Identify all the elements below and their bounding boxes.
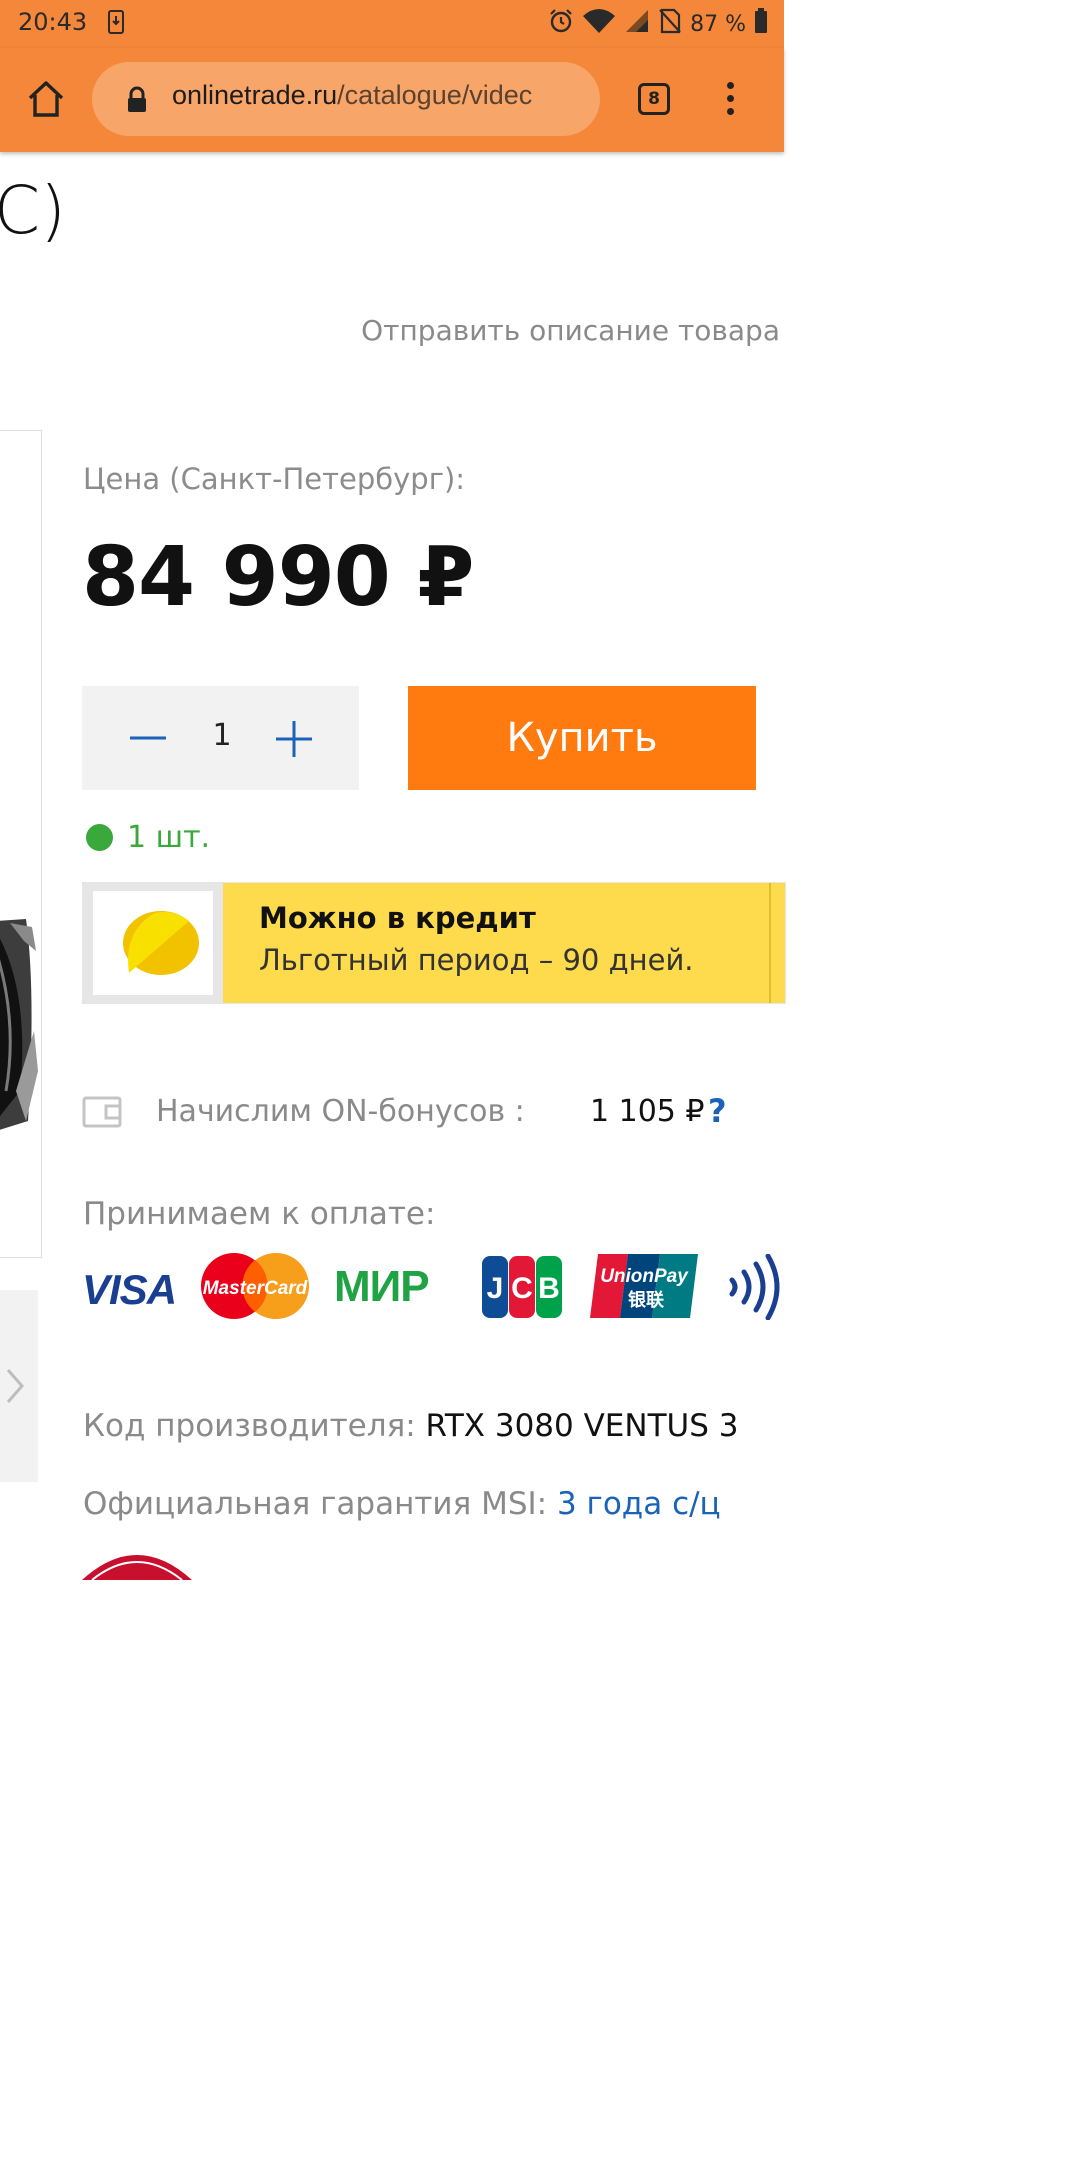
svg-text:C: C [511, 1272, 533, 1305]
product-image[interactable] [0, 430, 42, 1258]
bonus-row: Начислим ON-бонусов : 1 105 ₽ ? [82, 1090, 782, 1134]
unionpay-cn-text: 银联 [628, 1289, 664, 1311]
unionpay-text: UnionPay [600, 1266, 689, 1287]
url-path: /catalogue/videc [337, 80, 533, 110]
send-description-link[interactable]: Отправить описание товара [361, 314, 780, 347]
download-icon [108, 10, 124, 38]
spec-manufacturer-code: Код производителя: RTX 3080 VENTUS 3 [83, 1408, 738, 1444]
buy-button[interactable]: Купить [408, 686, 756, 790]
no-sim-icon [658, 8, 682, 40]
quantity-stepper[interactable]: 1 [82, 686, 359, 790]
bonus-label: Начислим ON-бонусов : [156, 1094, 525, 1129]
signal-icon [624, 8, 650, 40]
tab-switcher-button[interactable]: 8 [638, 83, 670, 115]
spec-label: Код производителя: [83, 1408, 416, 1444]
alarm-icon [548, 8, 574, 40]
svg-text:J: J [487, 1272, 504, 1305]
price-label: Цена (Санкт-Петербург): [83, 462, 466, 496]
minus-icon[interactable] [128, 720, 168, 756]
wallet-icon [82, 1094, 122, 1132]
mastercard-text: MasterCard [203, 1278, 308, 1299]
credit-title: Можно в кредит [259, 901, 536, 935]
lock-icon [126, 86, 148, 118]
bonus-help-link[interactable]: ? [708, 1092, 727, 1130]
in-stock-dot-icon [86, 824, 113, 851]
jcb-logo: J C B [482, 1256, 562, 1318]
credit-banner[interactable]: Можно в кредит Льготный период – 90 дней… [82, 882, 786, 1004]
url-text[interactable]: onlinetrade.ru/catalogue/videc [172, 80, 532, 111]
plus-icon[interactable] [274, 719, 314, 759]
battery-label: 87 % [690, 11, 746, 37]
browser-toolbar: onlinetrade.ru/catalogue/videc 8 [0, 48, 784, 152]
mastercard-logo: MasterCard [200, 1252, 310, 1320]
overflow-menu-icon[interactable] [722, 82, 738, 118]
stock-text: 1 шт. [127, 820, 211, 855]
credit-logo [93, 891, 213, 995]
stock-status: 1 шт. [86, 820, 210, 855]
home-icon[interactable] [26, 80, 66, 122]
graphics-card-image [0, 919, 38, 1130]
credit-subtitle: Льготный период – 90 дней. [259, 943, 694, 977]
quantity-value[interactable]: 1 [212, 718, 232, 753]
url-domain: onlinetrade.ru [172, 80, 338, 110]
spec-label: Официальная гарантия MSI: [83, 1486, 548, 1522]
credit-divider [769, 883, 771, 1003]
credit-logo-frame [83, 883, 223, 1003]
wifi-icon [582, 8, 616, 40]
contactless-icon [722, 1253, 792, 1321]
battery-icon [754, 8, 768, 40]
bonus-amount: 1 105 ₽ [590, 1094, 705, 1129]
msi-badge-icon [82, 1540, 192, 1581]
warranty-link[interactable]: 3 года с/ц [557, 1486, 721, 1522]
svg-text:B: B [538, 1272, 560, 1305]
status-icons: 87 % [548, 8, 768, 40]
status-time: 20:43 [18, 8, 88, 36]
visa-logo: VISA [82, 1266, 177, 1313]
gallery-next[interactable] [0, 1290, 38, 1482]
payment-logos: VISA MasterCard МИР J C B UnionPay 银联 [82, 1252, 784, 1324]
unionpay-logo: UnionPay 银联 [590, 1252, 698, 1320]
spec-value: RTX 3080 VENTUS 3 [425, 1408, 739, 1444]
price-value: 84 990 ₽ [82, 530, 474, 625]
product-title-fragment: C) [0, 172, 66, 249]
spec-warranty: Официальная гарантия MSI: 3 года с/ц [83, 1486, 721, 1522]
mir-logo: МИР [334, 1262, 430, 1311]
address-bar[interactable]: onlinetrade.ru/catalogue/videc [92, 62, 600, 136]
status-bar: 20:43 87 % [0, 0, 784, 48]
payment-label: Принимаем к оплате: [83, 1196, 436, 1232]
chevron-right-icon[interactable] [4, 1366, 26, 1410]
